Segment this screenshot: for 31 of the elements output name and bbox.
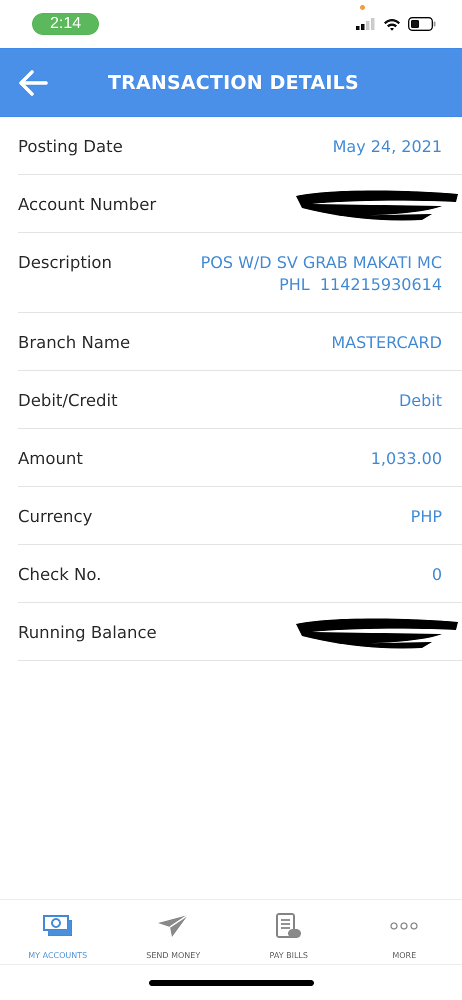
field-value: MASTERCARD <box>331 332 442 354</box>
tab-item[interactable]: MY ACCOUNTS <box>0 900 116 964</box>
tab-item[interactable]: SEND MONEY <box>116 900 231 964</box>
field-label: Debit/Credit <box>18 391 118 410</box>
back-arrow-icon <box>18 70 48 96</box>
battery-icon <box>408 17 436 31</box>
field-value: 0 <box>432 564 442 586</box>
receipt-icon <box>276 913 302 939</box>
cash-icon <box>42 915 73 937</box>
field-label: Account Number <box>18 195 156 214</box>
signal-icon <box>356 18 376 30</box>
field-value: 1,033.00 <box>370 448 442 470</box>
field-value: May 24, 2021 <box>332 136 442 158</box>
field-label: Description <box>18 253 112 272</box>
tab-item[interactable]: MORE <box>346 900 462 964</box>
more-icon <box>390 922 418 930</box>
tab-item[interactable]: PAY BILLS <box>231 900 346 964</box>
field-label: Posting Date <box>18 137 123 156</box>
indicator-dot <box>360 5 365 10</box>
paper-plane-icon <box>157 914 190 938</box>
field-label: Amount <box>18 449 83 468</box>
field-value: POS W/D SV GRAB MAKATI MC PHL 114215930614 <box>200 252 442 296</box>
field-label: Running Balance <box>18 623 157 642</box>
field-label: Currency <box>18 507 92 526</box>
field-value: Debit <box>398 390 442 412</box>
field-label: Check No. <box>18 565 102 584</box>
wifi-icon <box>383 18 401 30</box>
field-label: Branch Name <box>18 333 130 352</box>
screen-title: TRANSACTION DETAILS <box>108 72 359 94</box>
status-time: 2:14 <box>32 13 100 35</box>
field-value: PHP <box>410 506 442 528</box>
